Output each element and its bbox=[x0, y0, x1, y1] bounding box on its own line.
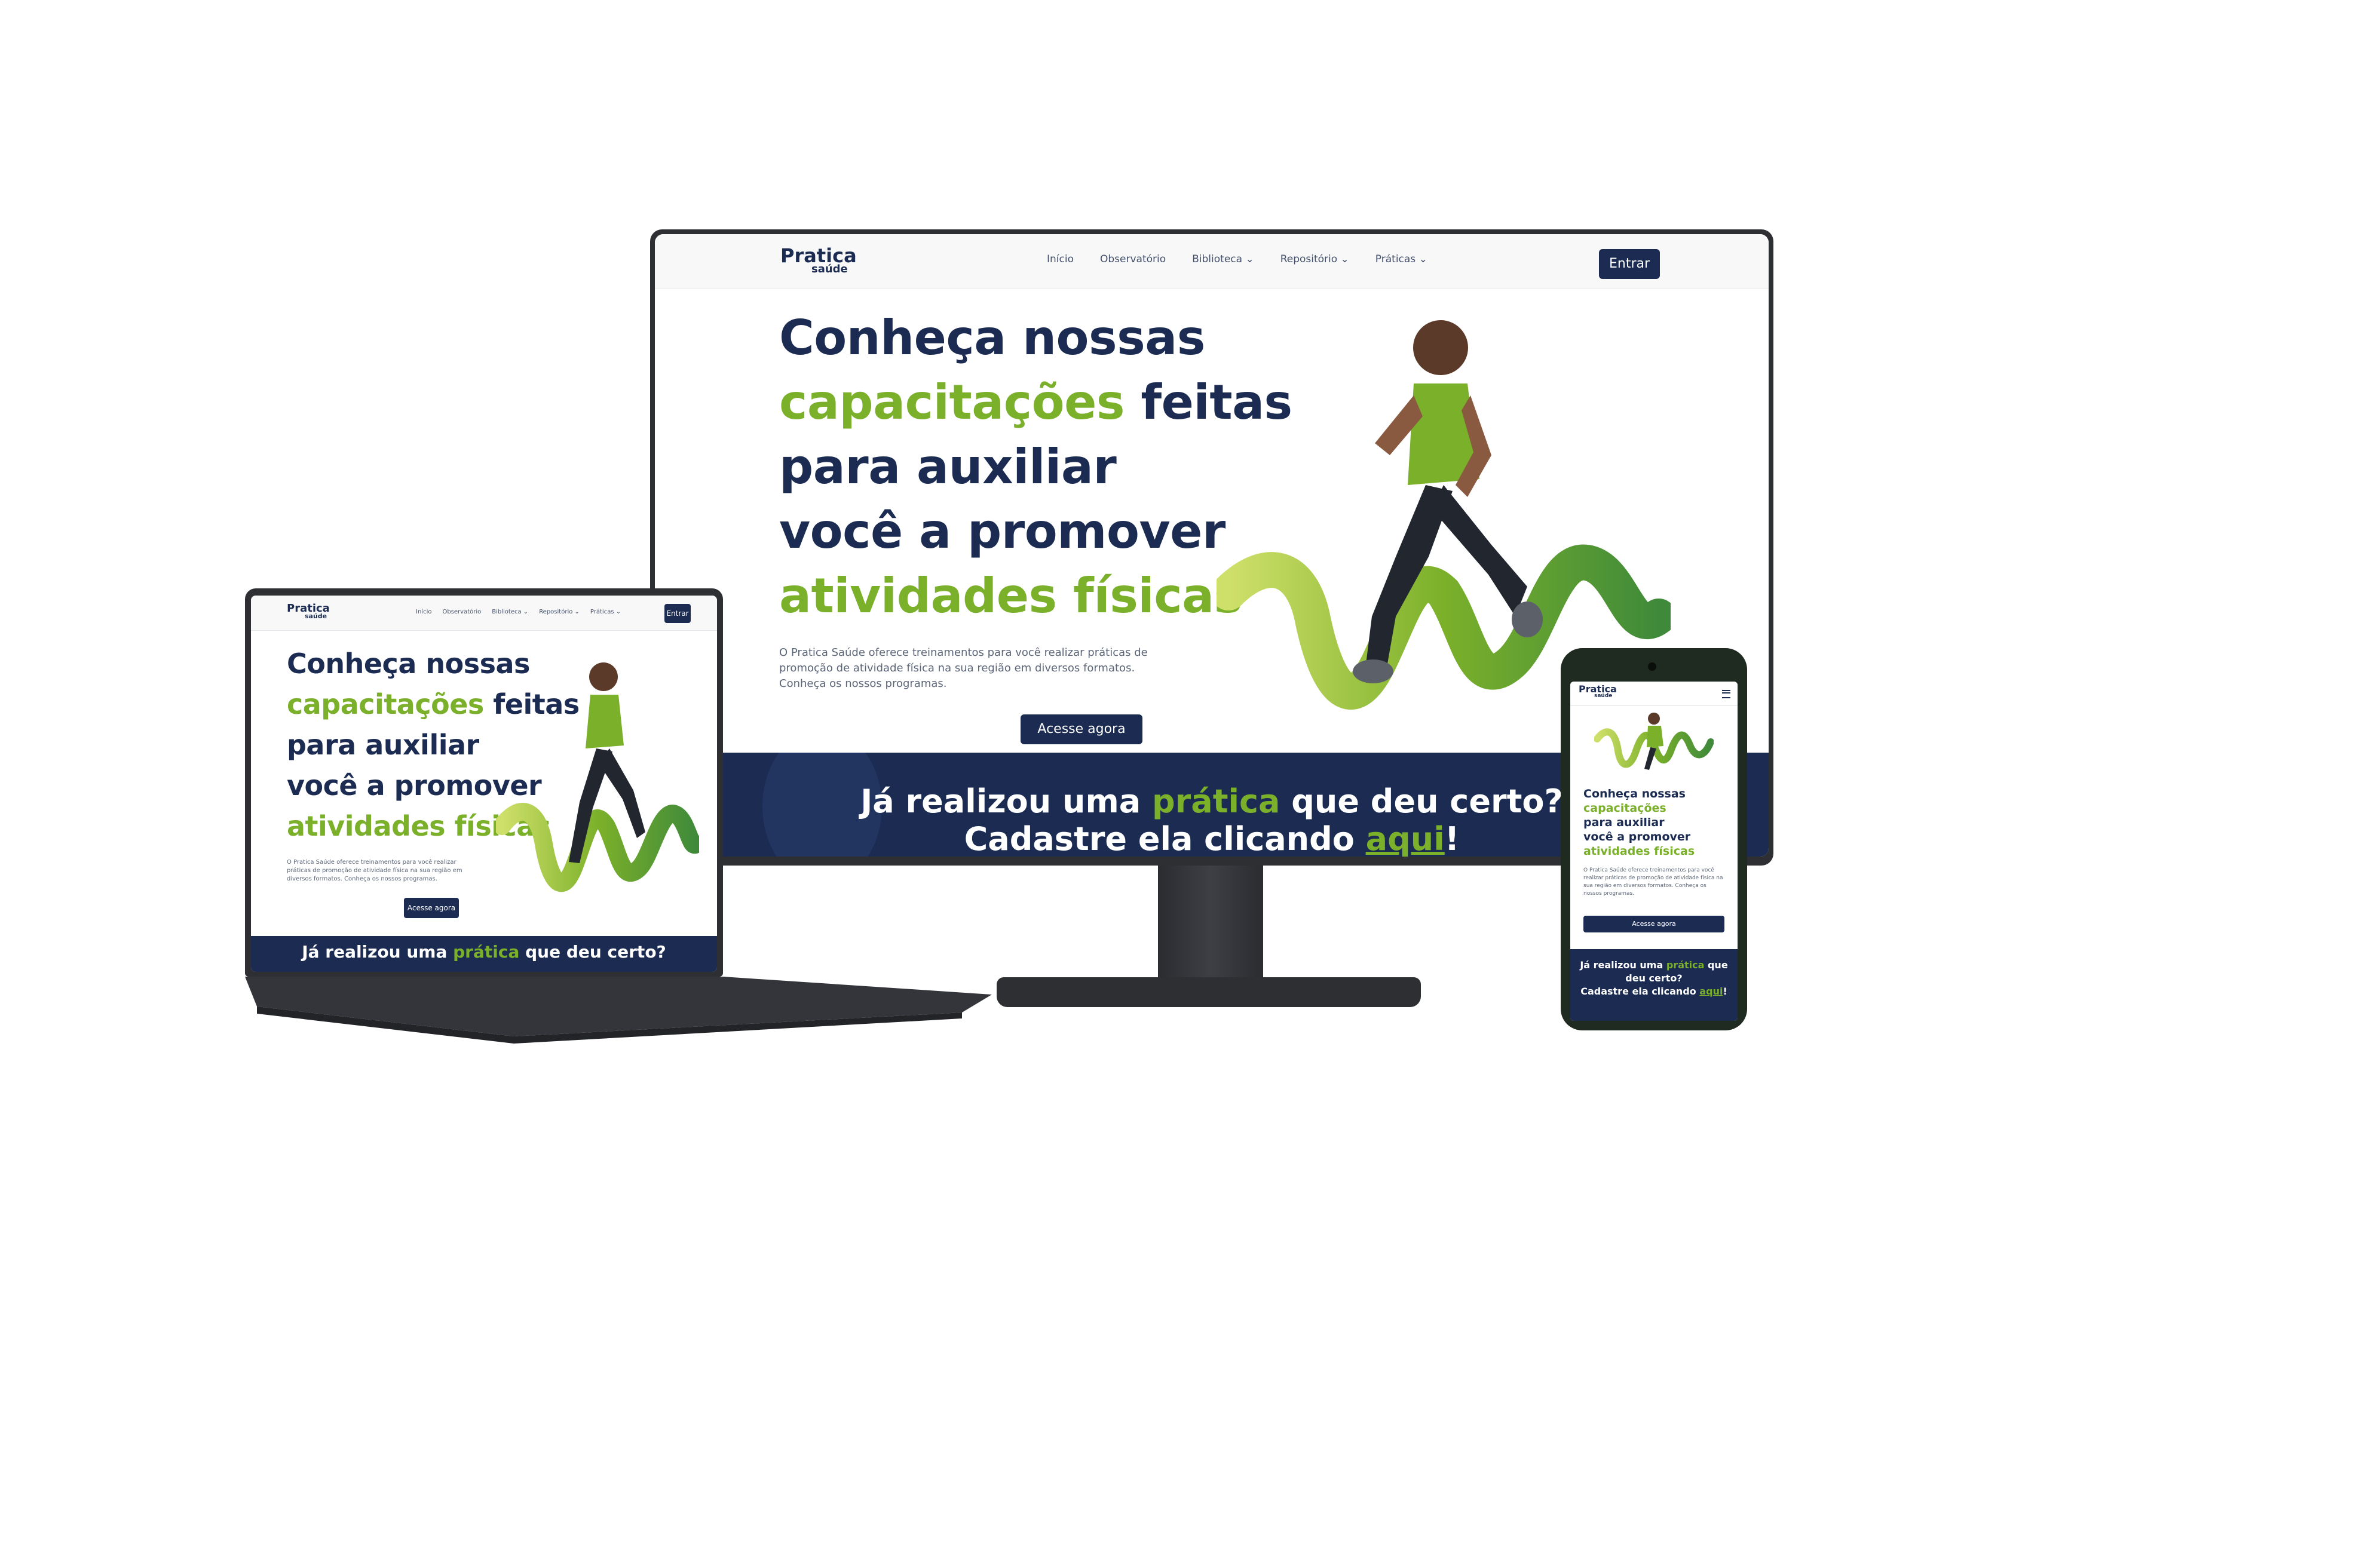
nav-item-biblioteca[interactable]: Biblioteca ⌄ bbox=[1192, 253, 1254, 265]
laptop-screen: Pratica saúde Início Observatório Biblio… bbox=[251, 596, 717, 972]
nav-item-praticas[interactable]: Práticas ⌄ bbox=[1375, 253, 1427, 265]
monitor-base bbox=[997, 977, 1421, 1007]
laptop-login-button[interactable]: Entrar bbox=[664, 604, 691, 623]
laptop-band-text: Já realizou uma bbox=[302, 942, 454, 962]
hero-line-2-green: capacitações bbox=[779, 375, 1125, 430]
hamburger-icon[interactable] bbox=[1722, 690, 1730, 698]
phone-band-link-aqui[interactable]: aqui bbox=[1699, 986, 1723, 997]
laptop-nav-inicio[interactable]: Início bbox=[416, 609, 431, 615]
phone-band-line-2: Cadastre ela clicando aqui! bbox=[1570, 985, 1738, 998]
laptop-hero-line-2-green: capacitações bbox=[287, 688, 484, 720]
phone-hero-line-3: para auxiliar bbox=[1583, 816, 1665, 829]
nav-item-observatorio[interactable]: Observatório bbox=[1100, 253, 1166, 265]
hero-line-1: Conheça nossas bbox=[779, 310, 1205, 366]
phone-band-green: prática bbox=[1666, 959, 1705, 971]
phone-logo[interactable]: Pratica saúde bbox=[1579, 683, 1617, 699]
laptop-base bbox=[245, 977, 992, 1044]
phone-runner-leg bbox=[1644, 747, 1656, 770]
phone-cta-band: Já realizou uma prática que deu certo? C… bbox=[1570, 949, 1738, 1021]
runner-shoe-front bbox=[1512, 602, 1543, 637]
phone-cta-button[interactable]: Acesse agora bbox=[1583, 916, 1724, 932]
phone-runner-head bbox=[1648, 713, 1660, 725]
band-text-rest: que deu certo? bbox=[1280, 783, 1563, 820]
band-text-end: ! bbox=[1444, 820, 1460, 857]
laptop-nav-links: Início Observatório Biblioteca ⌄ Reposit… bbox=[416, 609, 621, 615]
laptop-nav-biblioteca[interactable]: Biblioteca ⌄ bbox=[492, 609, 528, 615]
hero-headline: Conheça nossas capacitações feitas para … bbox=[779, 306, 1292, 628]
nav-item-inicio[interactable]: Início bbox=[1047, 253, 1074, 265]
laptop-band-green: prática bbox=[453, 942, 520, 962]
nav-links: Início Observatório Biblioteca ⌄ Reposit… bbox=[1047, 253, 1427, 265]
band-green: prática bbox=[1151, 783, 1280, 820]
phone-hero-line-2-green: capacitações bbox=[1583, 802, 1666, 815]
smartphone: Pratica saúde Conheça nossas capacitaçõe… bbox=[1561, 648, 1747, 1030]
hero-line-3: para auxiliar bbox=[779, 439, 1117, 495]
navbar: Pratica saúde Início Observatório Biblio… bbox=[655, 234, 1769, 289]
laptop-logo-bottom: saúde bbox=[305, 612, 327, 621]
runner-shoe-back bbox=[1353, 659, 1393, 683]
laptop: Pratica saúde Início Observatório Biblio… bbox=[245, 588, 998, 1048]
hero-line-4: você a promover bbox=[779, 504, 1225, 559]
phone-camera bbox=[1648, 662, 1656, 671]
laptop-nav-repositorio[interactable]: Repositório ⌄ bbox=[539, 609, 580, 615]
logo-name-top: Pratica bbox=[780, 244, 857, 267]
phone-hero-line-5: atividades físicas bbox=[1583, 845, 1695, 858]
phone-hero-headline: Conheça nossas capacitações para auxilia… bbox=[1583, 787, 1695, 858]
phone-screen: Pratica saúde Conheça nossas capacitaçõe… bbox=[1570, 682, 1738, 1021]
phone-runner-shirt bbox=[1647, 726, 1663, 747]
login-button[interactable]: Entrar bbox=[1599, 249, 1660, 279]
laptop-band-rest: que deu certo? bbox=[519, 942, 666, 962]
runner-head bbox=[1413, 320, 1468, 375]
laptop-navbar: Pratica saúde Início Observatório Biblio… bbox=[251, 596, 717, 631]
phone-hero-paragraph: O Pratica Saúde oferece treinamentos par… bbox=[1583, 867, 1723, 897]
laptop-runner-illustration bbox=[496, 662, 699, 892]
cta-button[interactable]: Acesse agora bbox=[1021, 714, 1142, 744]
hero-line-2: capacitações feitas bbox=[779, 370, 1292, 435]
laptop-band-line-1: Já realizou uma prática que deu certo? bbox=[251, 942, 717, 962]
logo[interactable]: Pratica saúde bbox=[780, 244, 857, 274]
phone-hero-line-4: você a promover bbox=[1583, 830, 1691, 843]
laptop-logo[interactable]: Pratica saúde bbox=[287, 603, 330, 621]
phone-band-end: ! bbox=[1723, 986, 1727, 997]
phone-hero-line-1: Conheça nossas bbox=[1583, 787, 1686, 800]
nav-item-repositorio[interactable]: Repositório ⌄ bbox=[1280, 253, 1349, 265]
laptop-runner-head bbox=[589, 662, 618, 691]
phone-runner-illustration bbox=[1594, 713, 1714, 770]
laptop-cta-band: Já realizou uma prática que deu certo? bbox=[251, 936, 717, 972]
phone-band-text: Já realizou uma bbox=[1580, 959, 1666, 971]
laptop-nav-praticas[interactable]: Práticas ⌄ bbox=[590, 609, 621, 615]
phone-band-line-1: Já realizou uma prática que deu certo? bbox=[1570, 959, 1738, 985]
laptop-hero-paragraph: O Pratica Saúde oferece treinamentos par… bbox=[287, 859, 462, 882]
laptop-ribbon-wave bbox=[496, 803, 699, 892]
phone-logo-top: Pratica bbox=[1579, 683, 1617, 695]
band-link-aqui[interactable]: aqui bbox=[1366, 820, 1445, 857]
phone-band-text-2: Cadastre ela clicando bbox=[1580, 986, 1700, 997]
laptop-nav-observatorio[interactable]: Observatório bbox=[442, 609, 481, 615]
band-text-2: Cadastre ela clicando bbox=[964, 820, 1366, 857]
phone-navbar: Pratica saúde bbox=[1570, 682, 1738, 706]
laptop-runner-shirt bbox=[586, 695, 624, 748]
laptop-cta-button[interactable]: Acesse agora bbox=[404, 898, 459, 918]
